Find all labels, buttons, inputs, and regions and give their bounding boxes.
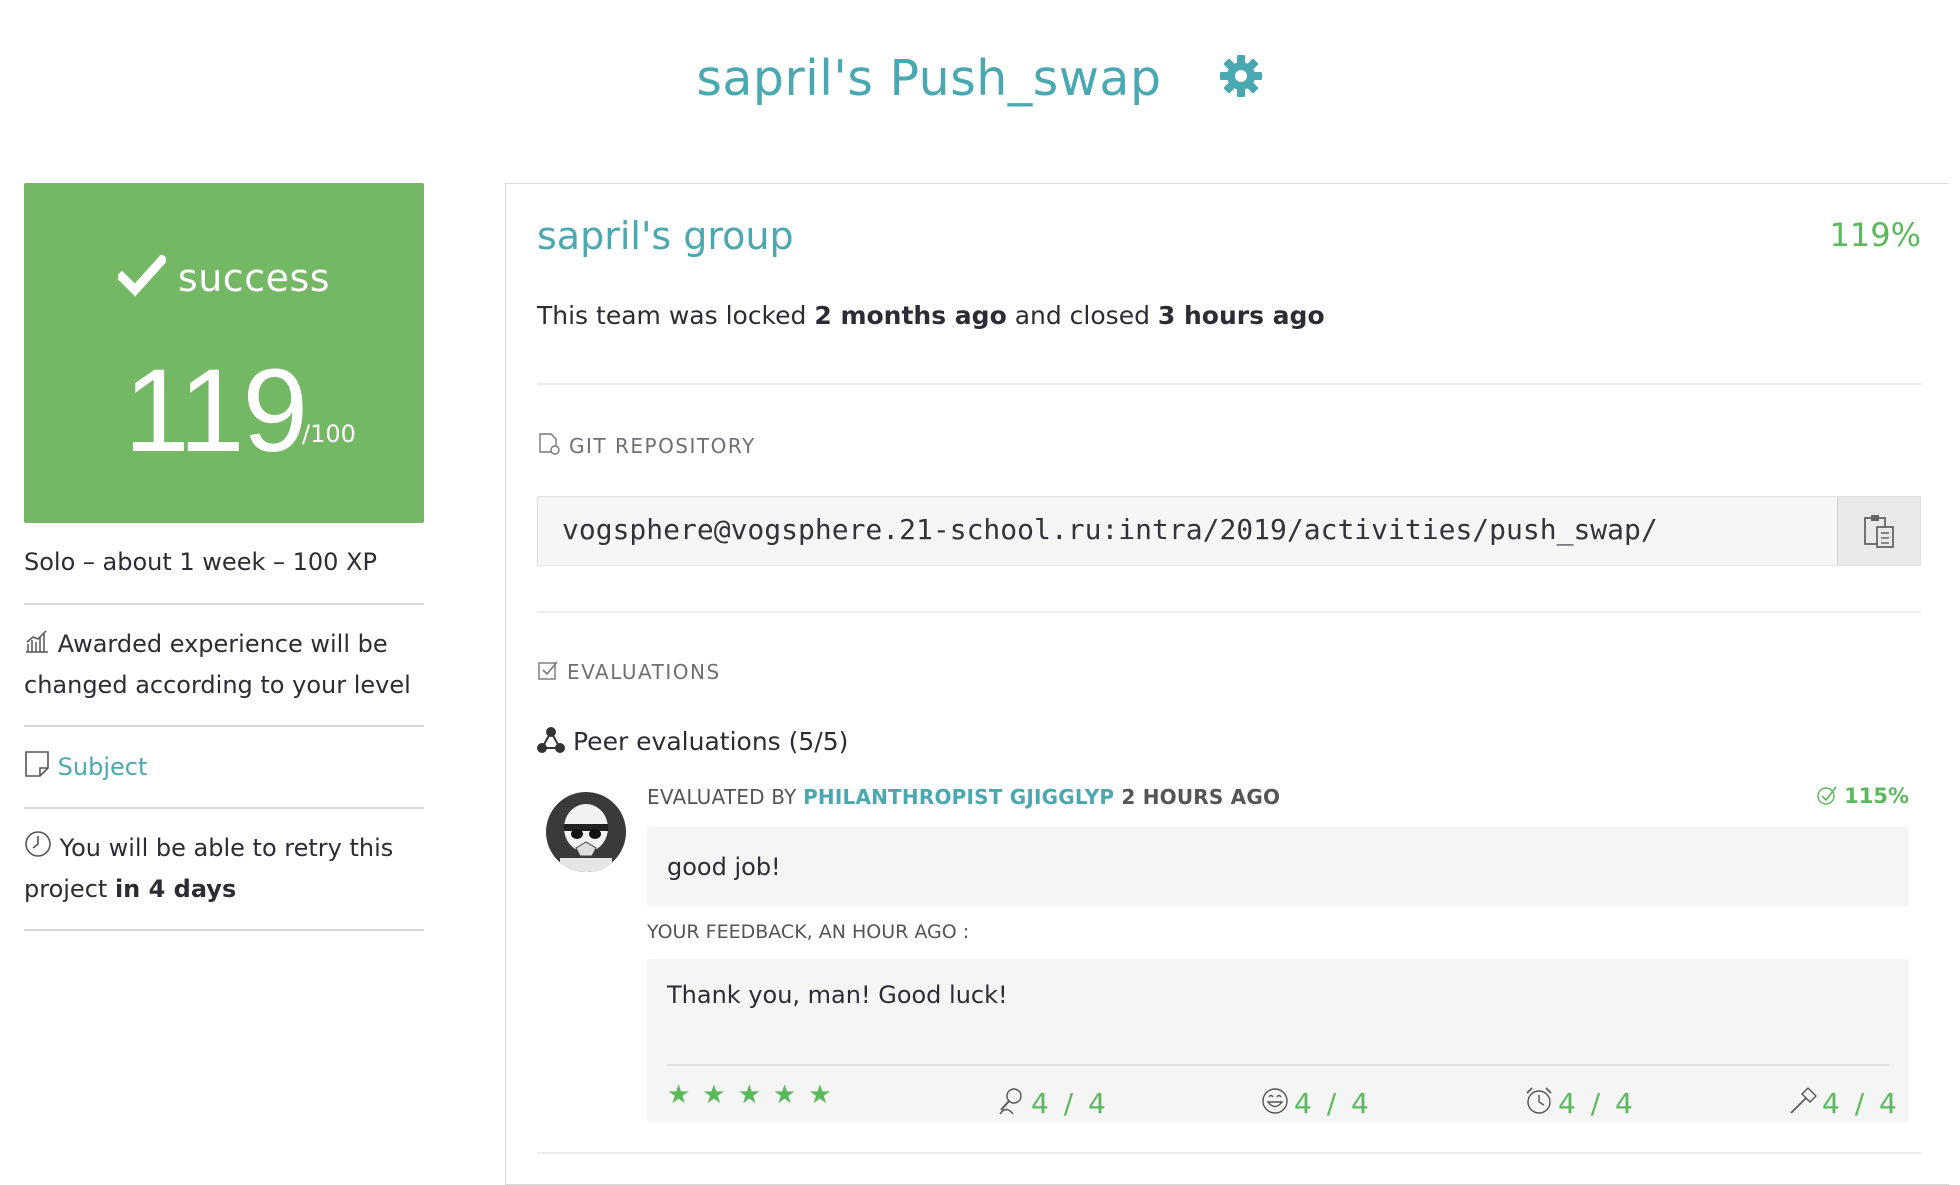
metric-punctuality: 4 / 4 — [1524, 1086, 1636, 1120]
evaluator-name[interactable]: PHILANTHROPIST GJIGGLYP — [803, 785, 1114, 809]
retry-note: You will be able to retry this project i… — [24, 828, 424, 910]
interested-icon — [999, 1088, 1022, 1115]
feedback-ratings: ★★★★★ 4 / 4 4 / 4 4 / 4 4 / 4 — [667, 1064, 1897, 1120]
nice-smiley-icon — [1262, 1088, 1288, 1114]
group-percent: 119% — [1829, 216, 1921, 254]
metric-value: 4 / 4 — [1031, 1087, 1109, 1120]
locked-when: 2 months ago — [814, 301, 1007, 330]
punctuality-clock-icon — [1526, 1087, 1552, 1114]
document-icon — [25, 751, 49, 777]
evaluations-label-text: EVALUATIONS — [567, 660, 721, 684]
evaluation-header: EVALUATED BY PHILANTHROPIST GJIGGLYP 2 H… — [647, 785, 1280, 809]
project-meta: Solo – about 1 week – 100 XP — [24, 548, 377, 576]
evaluation-time: 2 HOURS AGO — [1114, 785, 1281, 809]
repository-icon — [539, 433, 560, 455]
divider — [24, 725, 424, 727]
chart-icon — [26, 630, 48, 653]
peer-evaluations-title: Peer evaluations (5/5) — [537, 726, 1921, 756]
metric-value: 4 / 4 — [1294, 1087, 1372, 1120]
metric-interested: 4 / 4 — [997, 1086, 1109, 1120]
score-status: success — [24, 253, 424, 300]
feedback-text: Thank you, man! Good luck! — [667, 981, 1008, 1009]
divider — [24, 603, 424, 605]
metric-nice: 4 / 4 — [1260, 1086, 1372, 1120]
subject-row[interactable]: Subject — [24, 747, 424, 788]
feedback-label: YOUR FEEDBACK, AN HOUR AGO : — [647, 921, 970, 943]
git-url[interactable]: vogsphere@vogsphere.21-school.ru:intra/2… — [562, 513, 1658, 546]
evaluation-score: 115% — [1816, 784, 1909, 808]
team-status-text: This team was locked — [537, 301, 815, 330]
team-status-text-2: and closed — [1006, 301, 1158, 330]
peer-evaluations-text: Peer evaluations (5/5) — [573, 727, 849, 756]
retry-when: in 4 days — [114, 875, 237, 903]
peers-icon — [537, 727, 565, 753]
team-status: This team was locked 2 months ago and cl… — [537, 301, 1921, 330]
divider — [537, 1152, 1921, 1154]
score-max: /100 — [302, 420, 356, 448]
checkbox-icon — [538, 661, 558, 680]
evaluation-comment: good job! — [647, 827, 1909, 907]
divider — [24, 929, 424, 931]
experience-note: Awarded experience will be changed accor… — [24, 624, 424, 706]
check-circle-icon — [1817, 786, 1837, 805]
closed-when: 3 hours ago — [1157, 301, 1325, 330]
evaluation-score-value: 115% — [1844, 784, 1909, 808]
status-label: success — [177, 256, 331, 300]
divider — [537, 611, 1921, 613]
experience-note-text: Awarded experience will be changed accor… — [24, 630, 411, 699]
git-url-field[interactable]: vogsphere@vogsphere.21-school.ru:intra/2… — [537, 496, 1921, 566]
evaluator-avatar[interactable] — [546, 792, 626, 872]
metric-value: 4 / 4 — [1558, 1087, 1636, 1120]
clock-icon — [25, 831, 51, 857]
git-label-text: GIT REPOSITORY — [569, 434, 756, 458]
page-title: sapril's Push_swap — [0, 50, 1960, 107]
divider — [24, 807, 424, 809]
git-repository-label: GIT REPOSITORY — [537, 432, 1921, 458]
team-card: sapril's group 119% This team was locked… — [505, 183, 1949, 1185]
metric-rigorous: 4 / 4 — [1788, 1086, 1900, 1120]
score-box: success 119 /100 — [24, 183, 424, 523]
clipboard-icon — [1864, 515, 1894, 548]
project-title: sapril's Push_swap — [696, 50, 1162, 107]
checkmark-icon — [115, 253, 169, 297]
rigorous-hammer-icon — [1790, 1087, 1817, 1114]
metric-value: 4 / 4 — [1822, 1087, 1900, 1120]
evaluations-label: EVALUATIONS — [537, 660, 1921, 684]
gear-icon[interactable] — [1218, 53, 1264, 99]
evaluated-by-label: EVALUATED BY — [647, 785, 804, 809]
group-title: sapril's group — [537, 214, 794, 258]
divider — [537, 383, 1921, 385]
copy-button[interactable] — [1837, 497, 1920, 565]
rating-stars: ★★★★★ — [667, 1080, 844, 1110]
subject-link[interactable]: Subject — [58, 753, 148, 781]
score-value: 119 — [124, 345, 308, 477]
